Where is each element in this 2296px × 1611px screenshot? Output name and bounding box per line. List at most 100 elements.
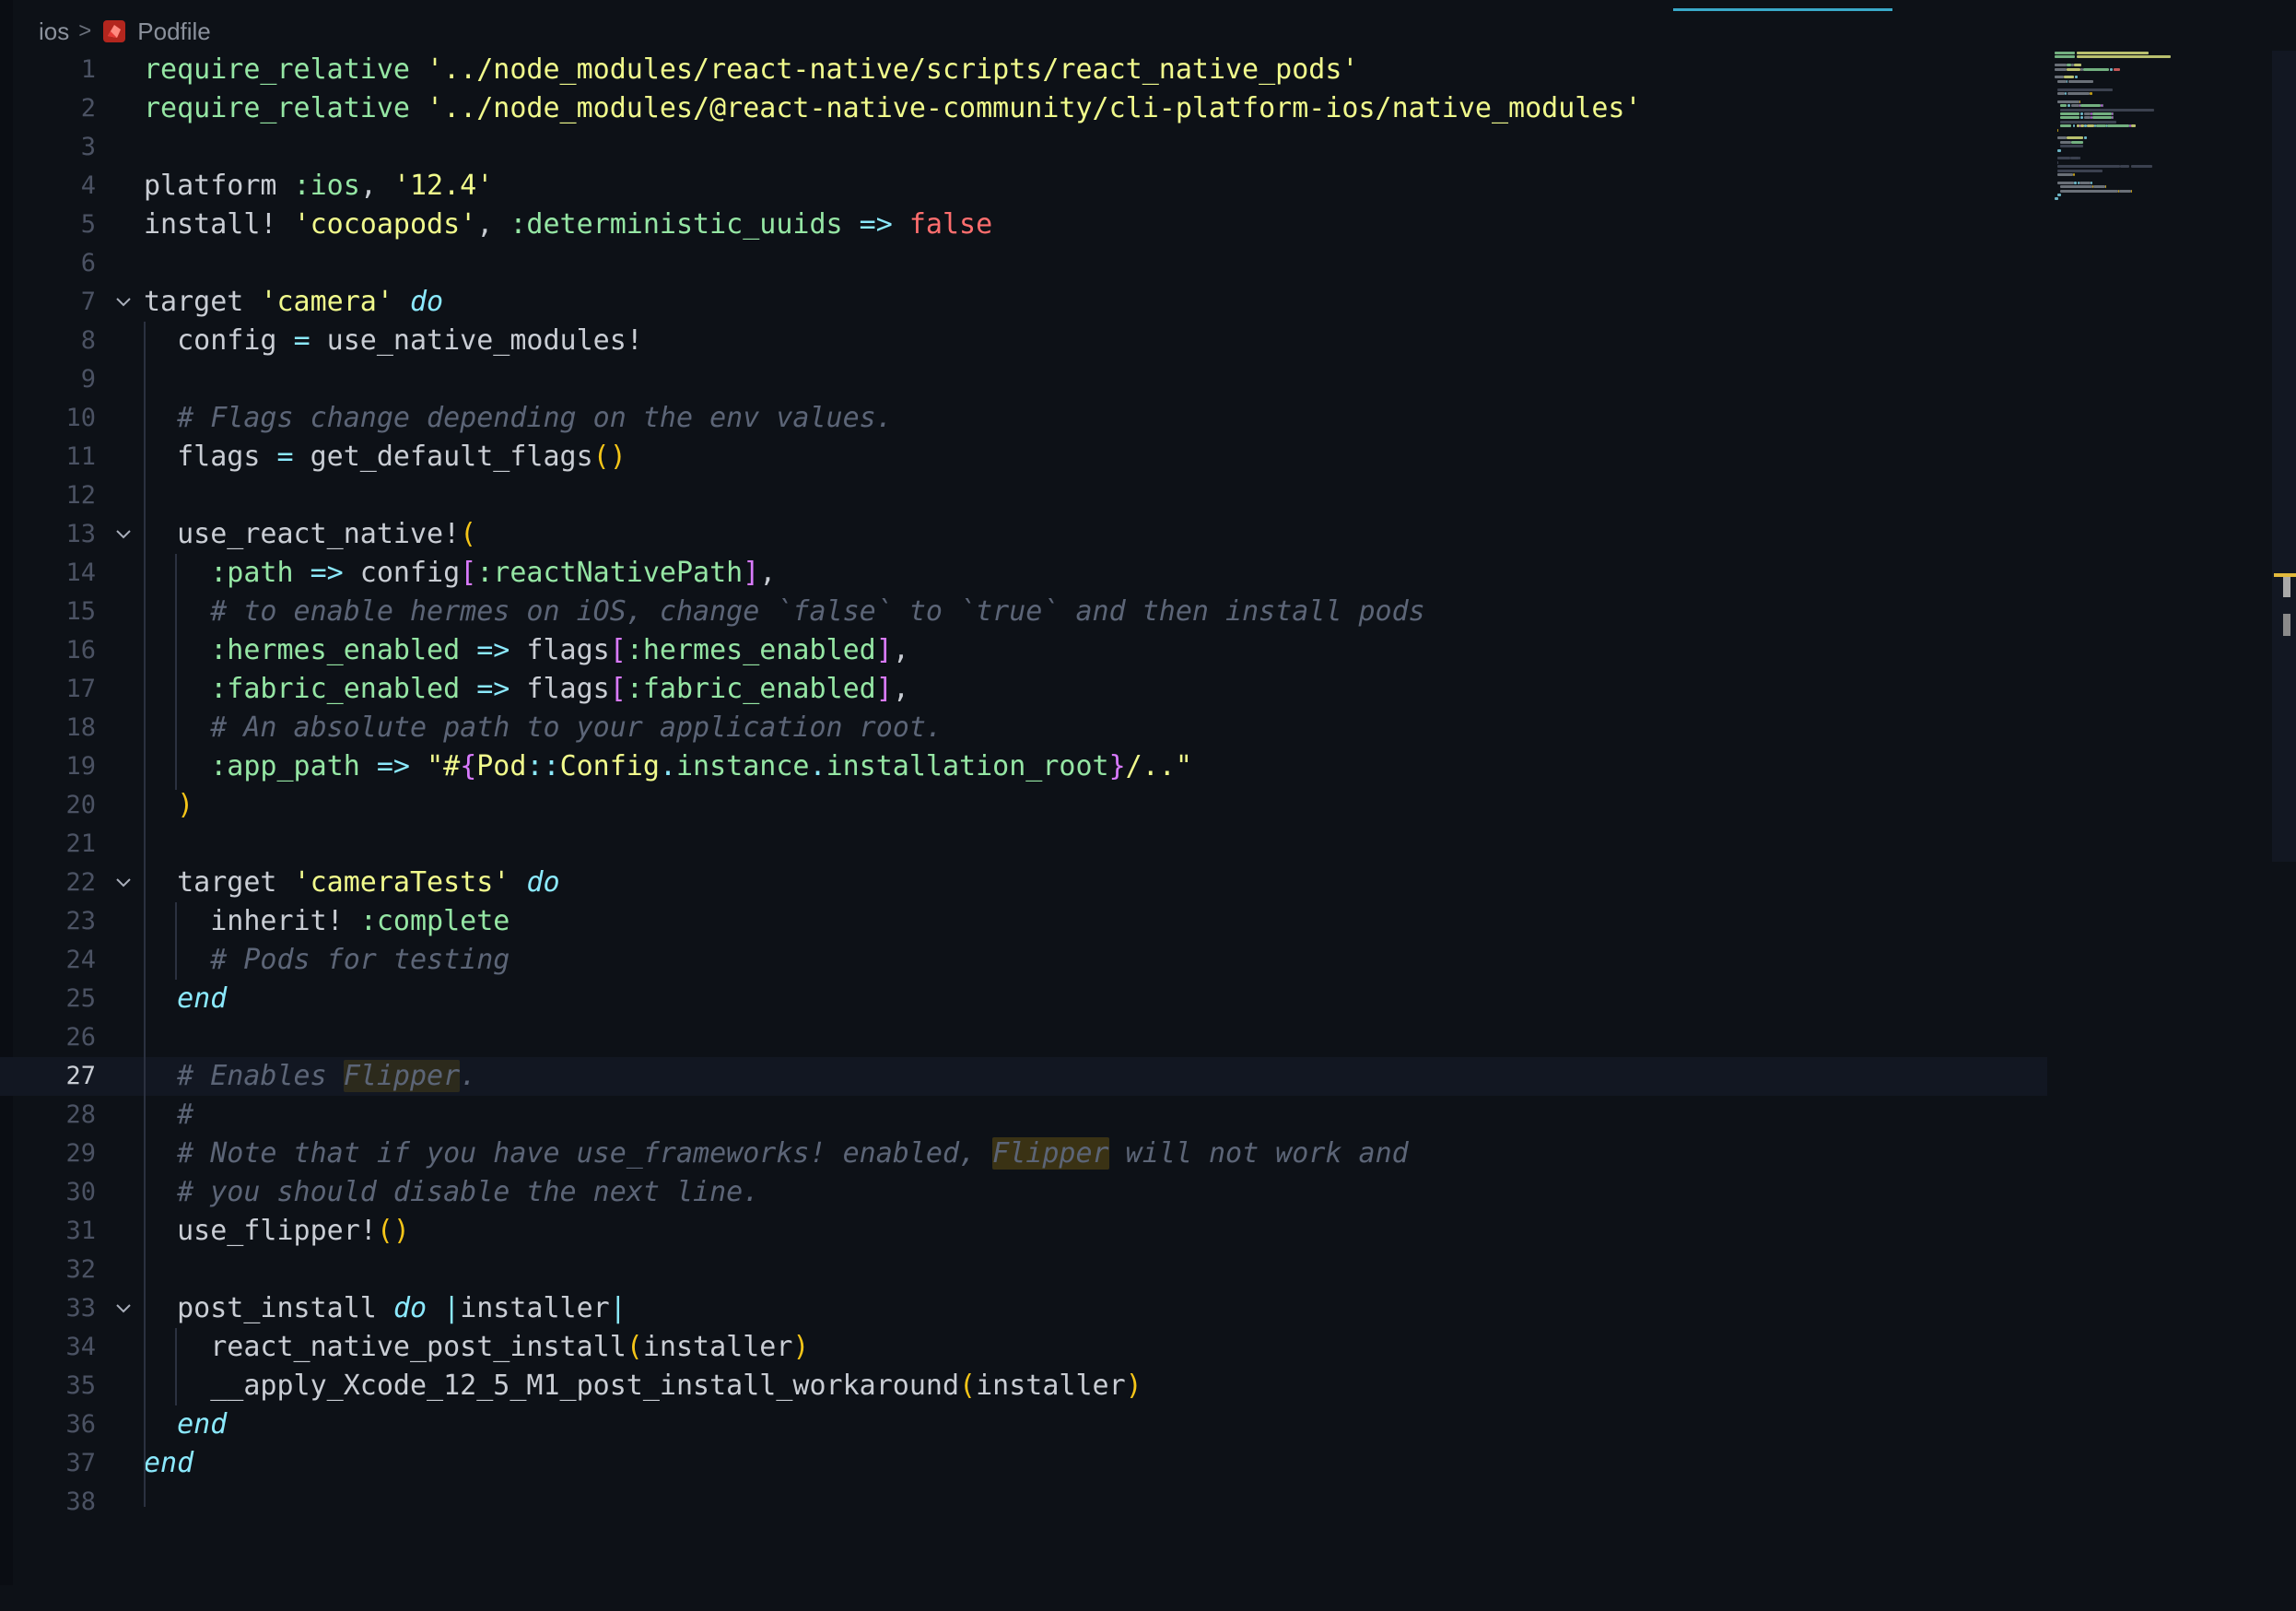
- code-token: use_react_native!: [144, 518, 461, 550]
- code-line[interactable]: 20 ): [0, 786, 2047, 825]
- line-code: # you should disable the next line.: [144, 1173, 759, 1212]
- minimap-line: [2056, 169, 2103, 172]
- line-number: 12: [65, 481, 96, 510]
- minimap-line: [2055, 52, 2076, 54]
- code-line[interactable]: 25 end: [0, 980, 2047, 1018]
- code-token: :ios: [293, 170, 360, 202]
- minimap-line: [2113, 116, 2114, 120]
- minimap-line: [2087, 124, 2095, 128]
- line-number: 6: [80, 249, 96, 277]
- code-token: #: [177, 1099, 194, 1131]
- minimap-line: [2056, 128, 2059, 132]
- code-line[interactable]: 8 config = use_native_modules!: [0, 322, 2047, 360]
- scrollbar-highlight-marker: [2283, 577, 2290, 597]
- code-line[interactable]: 37 end: [0, 1444, 2047, 1483]
- code-token: use_flipper!: [144, 1215, 377, 1247]
- line-number: 26: [65, 1023, 96, 1052]
- code-line[interactable]: 32: [0, 1251, 2047, 1289]
- minimap-line: [2071, 104, 2079, 108]
- code-line[interactable]: 7 target 'camera' do: [0, 283, 2047, 322]
- code-line[interactable]: 6: [0, 244, 2047, 283]
- code-line[interactable]: 1 require_relative '../node_modules/react…: [0, 51, 2047, 89]
- line-code: require_relative '../node_modules/@react…: [144, 89, 1642, 128]
- line-number: 13: [65, 520, 96, 548]
- minimap-line: [2056, 181, 2074, 184]
- breadcrumb-folder[interactable]: ios: [39, 18, 69, 46]
- code-token: flags: [144, 441, 277, 473]
- vertical-scrollbar[interactable]: [2272, 51, 2296, 862]
- code-line[interactable]: 16 :hermes_enabled => flags[:hermes_enab…: [0, 631, 2047, 670]
- code-line[interactable]: 22 target 'cameraTests' do: [0, 864, 2047, 902]
- code-line[interactable]: 36 end: [0, 1405, 2047, 1444]
- line-code: ): [144, 786, 193, 825]
- line-code: react_native_post_install(installer): [144, 1328, 809, 1367]
- line-code: # Flags change depending on the env valu…: [144, 399, 893, 438]
- code-line[interactable]: 17 :fabric_enabled => flags[:fabric_enab…: [0, 670, 2047, 709]
- line-code: # Enables Flipper.: [144, 1057, 476, 1096]
- code-line[interactable]: 19 :app_path => "#{Pod::Config.instance.…: [0, 747, 2047, 786]
- code-line[interactable]: 26: [0, 1018, 2047, 1057]
- code-token: flags: [510, 673, 610, 705]
- minimap-line: [2076, 55, 2171, 59]
- code-token: end: [177, 982, 228, 1015]
- minimap-line: [2066, 67, 2080, 71]
- code-line[interactable]: 15 # to enable hermes on iOS, change `fa…: [0, 593, 2047, 631]
- code-line[interactable]: 5 install! 'cocoapods', :deterministic_uu…: [0, 206, 2047, 244]
- code-line[interactable]: 30 # you should disable the next line.: [0, 1173, 2047, 1212]
- minimap-line: [2079, 100, 2080, 103]
- line-number: 29: [65, 1139, 96, 1168]
- code-line[interactable]: 31 use_flipper!(): [0, 1212, 2047, 1251]
- code-line[interactable]: 4 platform :ios, '12.4': [0, 167, 2047, 206]
- code-token: install!: [144, 208, 294, 241]
- code-line[interactable]: 21: [0, 825, 2047, 864]
- breadcrumb-file[interactable]: Podfile: [137, 18, 211, 46]
- line-code: require_relative '../node_modules/react-…: [144, 51, 1359, 89]
- code-line[interactable]: 11 flags = get_default_flags(): [0, 438, 2047, 476]
- minimap-line: [2068, 92, 2090, 95]
- code-line[interactable]: 3: [0, 128, 2047, 167]
- code-token: =>: [476, 673, 510, 705]
- code-line[interactable]: 34 react_native_post_install(installer): [0, 1328, 2047, 1367]
- code-line[interactable]: 33 post_install do |installer|: [0, 1289, 2047, 1328]
- code-editor[interactable]: 1 require_relative '../node_modules/react…: [0, 51, 2047, 1522]
- code-token: =>: [376, 750, 410, 782]
- minimap-line: [2059, 116, 2079, 120]
- code-token: ): [792, 1331, 810, 1363]
- line-number: 17: [65, 675, 96, 703]
- line-number: 15: [65, 597, 96, 626]
- minimap[interactable]: [2053, 48, 2270, 232]
- code-token: |: [609, 1292, 627, 1324]
- line-number: 4: [80, 171, 96, 200]
- code-token: platform: [144, 170, 294, 202]
- code-line[interactable]: 13 use_react_native!(: [0, 515, 2047, 554]
- code-line[interactable]: 24 # Pods for testing: [0, 941, 2047, 980]
- code-line[interactable]: 14 :path => config[:reactNativePath],: [0, 554, 2047, 593]
- minimap-line: [2056, 160, 2059, 164]
- minimap-line: [2079, 181, 2091, 184]
- code-line[interactable]: 28 #: [0, 1096, 2047, 1135]
- code-line[interactable]: 12: [0, 476, 2047, 515]
- line-number: 37: [65, 1449, 96, 1477]
- line-code: install! 'cocoapods', :deterministic_uui…: [144, 206, 992, 244]
- code-line[interactable]: 9: [0, 360, 2047, 399]
- code-token: # An absolute path to your application r…: [210, 711, 943, 744]
- code-line[interactable]: 18 # An absolute path to your applicatio…: [0, 709, 2047, 747]
- code-token: ,: [759, 557, 777, 589]
- minimap-line: [2084, 136, 2087, 140]
- code-line[interactable]: 27 # Enables Flipper.: [0, 1057, 2047, 1096]
- code-line[interactable]: 10 # Flags change depending on the env v…: [0, 399, 2047, 438]
- code-line[interactable]: 38: [0, 1483, 2047, 1522]
- code-line[interactable]: 23 inherit! :complete: [0, 902, 2047, 941]
- minimap-line: [2091, 112, 2112, 115]
- code-line[interactable]: 29 # Note that if you have use_framework…: [0, 1135, 2047, 1173]
- minimap-line: [2093, 185, 2105, 189]
- code-line[interactable]: 2 require_relative '../node_modules/@reac…: [0, 89, 2047, 128]
- code-line[interactable]: 35 __apply_Xcode_12_5_M1_post_install_wo…: [0, 1367, 2047, 1405]
- code-token: do: [410, 286, 444, 318]
- indent-guide: [144, 322, 146, 1507]
- line-number: 35: [65, 1371, 96, 1400]
